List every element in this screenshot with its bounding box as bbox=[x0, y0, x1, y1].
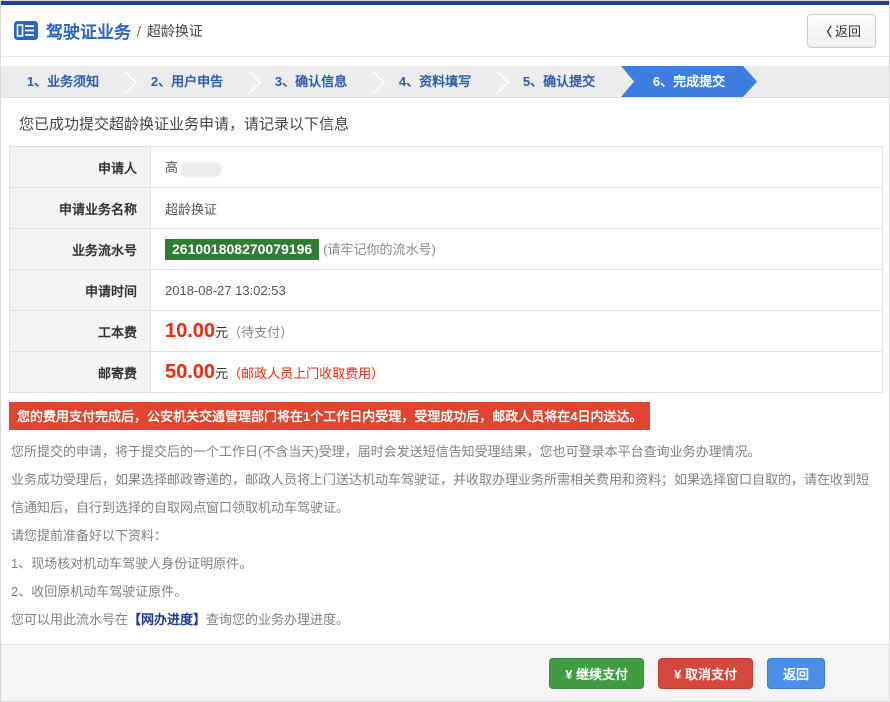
applicant-value: 高 bbox=[151, 147, 883, 188]
apply-time-label: 申请时间 bbox=[10, 270, 151, 311]
applicant-name: 高 bbox=[165, 160, 178, 175]
table-row-service-name: 申请业务名称 超龄换证 bbox=[10, 188, 883, 229]
serial-number-badge: 261001808270079196 bbox=[165, 239, 319, 260]
postage-fee-value: 50.00元（邮政人员上门收取费用） bbox=[151, 352, 883, 393]
online-progress-link[interactable]: 【网办进度】 bbox=[128, 612, 206, 627]
service-name-value: 超龄换证 bbox=[151, 188, 883, 229]
postage-fee-amount: 50.00 bbox=[165, 361, 215, 383]
service-name-label: 申请业务名称 bbox=[10, 188, 151, 229]
serial-number-value: 261001808270079196 (请牢记你的流水号) bbox=[151, 229, 883, 270]
table-row-postage-fee: 邮寄费 50.00元（邮政人员上门收取费用） bbox=[10, 352, 883, 393]
progress-query-note: 您可以用此流水号在【网办进度】查询您的业务办理进度。 bbox=[11, 606, 879, 634]
header: 驾驶证业务 / 超龄换证 〈返回 bbox=[1, 5, 889, 57]
step-3-confirm-info[interactable]: 3、确认信息 bbox=[249, 66, 373, 97]
page-title: 驾驶证业务 bbox=[46, 18, 131, 43]
work-fee-amount: 10.00 bbox=[165, 320, 215, 342]
postage-fee-label: 邮寄费 bbox=[10, 352, 151, 393]
table-row-work-fee: 工本费 10.00元（待支付） bbox=[10, 311, 883, 352]
page: 驾驶证业务 / 超龄换证 〈返回 1、业务须知 2、用户申告 3、确认信息 4、… bbox=[0, 0, 890, 702]
license-card-icon bbox=[14, 21, 38, 40]
return-button[interactable]: 返回 bbox=[767, 658, 825, 689]
notes-section: 您所提交的申请，将于提交后的一个工作日(不含当天)受理，届时会发送短信告知受理结… bbox=[11, 438, 879, 634]
note-paragraph: 2、收回原机动车驾驶证原件。 bbox=[11, 578, 879, 606]
step-4-fill-materials[interactable]: 4、资料填写 bbox=[373, 66, 497, 97]
step-1-business-notice[interactable]: 1、业务须知 bbox=[1, 66, 125, 97]
payment-warning-banner: 您的费用支付完成后，公安机关交通管理部门将在1个工作日内受理，受理成功后，邮政人… bbox=[9, 402, 650, 430]
breadcrumb-separator: / bbox=[137, 23, 141, 39]
footer-action-bar: ¥ 继续支付 ¥ 取消支付 返回 bbox=[1, 644, 889, 701]
table-row-apply-time: 申请时间 2018-08-27 13:02:53 bbox=[10, 270, 883, 311]
applicant-label: 申请人 bbox=[10, 147, 151, 188]
application-info-table: 申请人 高 申请业务名称 超龄换证 业务流水号 2610018082700791… bbox=[9, 146, 883, 393]
note-paragraph: 业务成功受理后，如果选择邮政寄递的，邮政人员将上门送达机动车驾驶证，并收取办理业… bbox=[11, 466, 879, 522]
work-fee-value: 10.00元（待支付） bbox=[151, 311, 883, 352]
step-2-user-declaration[interactable]: 2、用户申告 bbox=[125, 66, 249, 97]
success-message: 您已成功提交超龄换证业务申请，请记录以下信息 bbox=[19, 113, 871, 134]
postage-fee-unit: 元 bbox=[215, 366, 228, 381]
serial-number-note: (请牢记你的流水号) bbox=[323, 242, 436, 257]
postage-fee-note: （邮政人员上门收取费用） bbox=[228, 366, 384, 381]
warning-wrap: 您的费用支付完成后，公安机关交通管理部门将在1个工作日内受理，受理成功后，邮政人… bbox=[9, 402, 881, 430]
progress-note-suffix: 查询您的业务办理进度。 bbox=[206, 612, 349, 627]
work-fee-label: 工本费 bbox=[10, 311, 151, 352]
work-fee-note: （待支付） bbox=[228, 325, 293, 340]
work-fee-unit: 元 bbox=[215, 325, 228, 340]
cancel-payment-button[interactable]: ¥ 取消支付 bbox=[658, 658, 753, 689]
breadcrumb-current: 超龄换证 bbox=[147, 21, 203, 41]
redacted-name-blob bbox=[180, 162, 222, 177]
table-row-applicant: 申请人 高 bbox=[10, 147, 883, 188]
step-5-confirm-submit[interactable]: 5、确认提交 bbox=[497, 66, 621, 97]
header-back-label: 返回 bbox=[835, 24, 861, 39]
step-6-complete-submit[interactable]: 6、完成提交 bbox=[621, 66, 757, 97]
header-back-button[interactable]: 〈返回 bbox=[807, 14, 876, 48]
note-paragraph: 1、现场核对机动车驾驶人身份证明原件。 bbox=[11, 550, 879, 578]
continue-payment-button[interactable]: ¥ 继续支付 bbox=[549, 658, 644, 689]
chevron-left-icon: 〈 bbox=[820, 25, 832, 39]
apply-time-value: 2018-08-27 13:02:53 bbox=[151, 270, 883, 311]
table-row-serial-number: 业务流水号 261001808270079196 (请牢记你的流水号) bbox=[10, 229, 883, 270]
progress-note-prefix: 您可以用此流水号在 bbox=[11, 612, 128, 627]
note-paragraph: 请您提前准备好以下资料： bbox=[11, 522, 879, 550]
serial-number-label: 业务流水号 bbox=[10, 229, 151, 270]
step-wizard-bar: 1、业务须知 2、用户申告 3、确认信息 4、资料填写 5、确认提交 6、完成提… bbox=[1, 66, 889, 98]
note-paragraph: 您所提交的申请，将于提交后的一个工作日(不含当天)受理，届时会发送短信告知受理结… bbox=[11, 438, 879, 466]
